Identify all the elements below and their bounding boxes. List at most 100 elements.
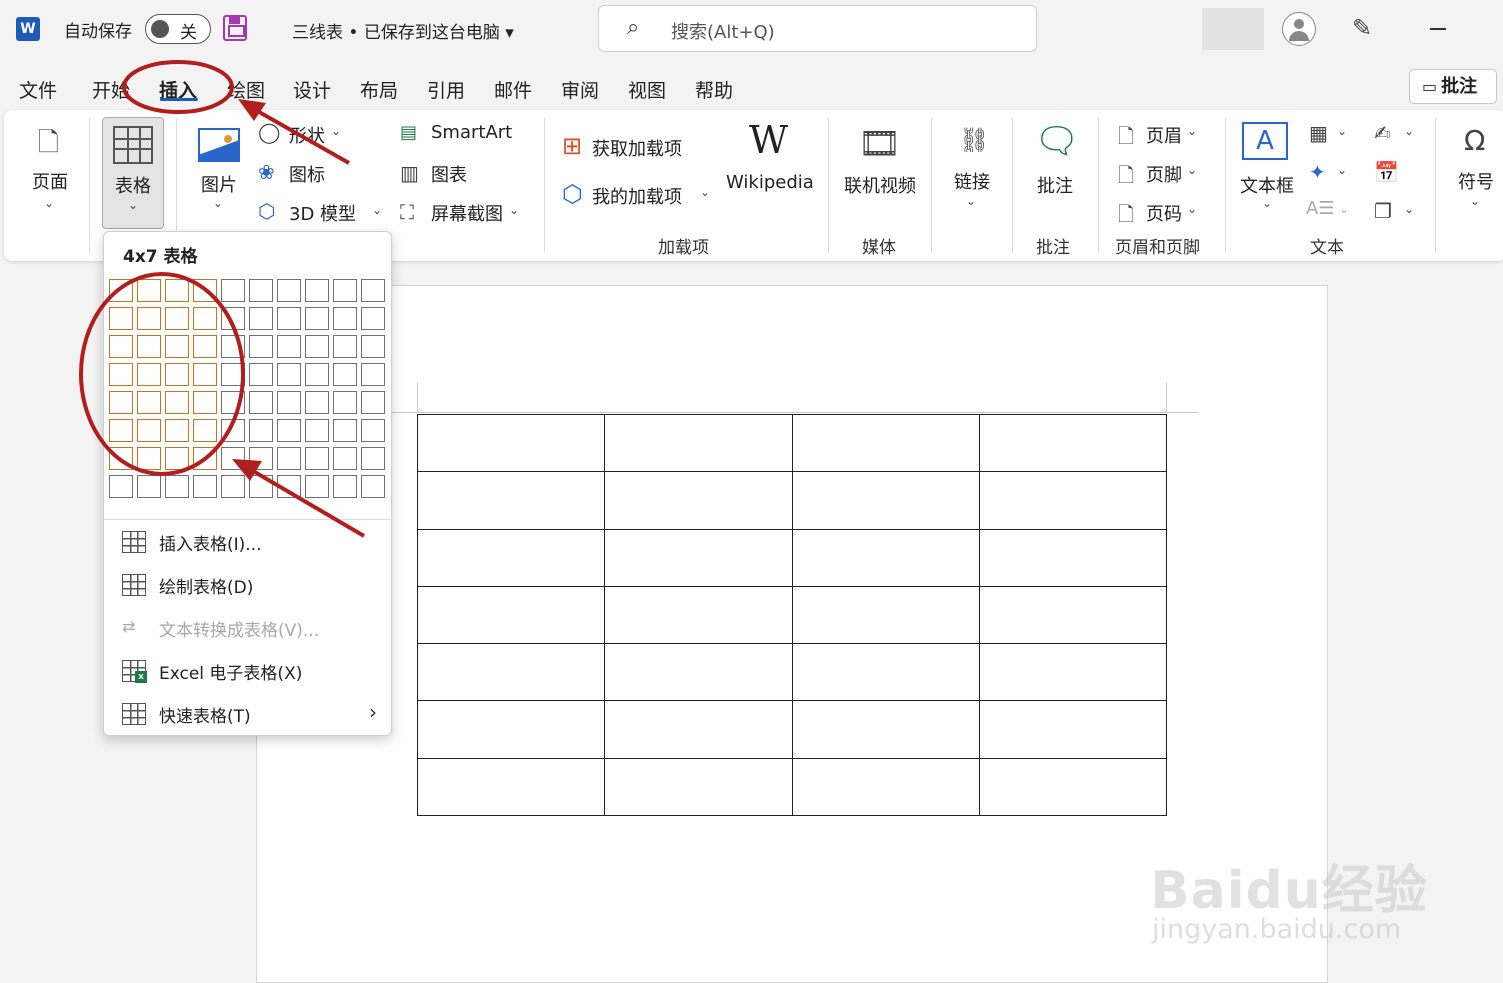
grid-cell[interactable]	[333, 391, 357, 414]
table-cell[interactable]	[416, 471, 606, 530]
symbol-button-label[interactable]: 符号	[1458, 168, 1494, 194]
grid-cell[interactable]	[305, 447, 329, 470]
grid-cell[interactable]	[361, 335, 385, 358]
grid-cell[interactable]	[221, 335, 245, 358]
grid-cell[interactable]	[193, 335, 217, 358]
grid-cell[interactable]	[137, 419, 161, 442]
grid-cell[interactable]	[277, 419, 301, 442]
table-cell[interactable]	[978, 643, 1168, 702]
grid-cell[interactable]	[193, 475, 217, 498]
grid-cell[interactable]	[277, 279, 301, 302]
grid-cell[interactable]	[137, 447, 161, 470]
table-cell[interactable]	[978, 413, 1168, 473]
grid-cell[interactable]	[333, 335, 357, 358]
grid-cell[interactable]	[277, 363, 301, 386]
table-cell[interactable]	[978, 585, 1168, 645]
table-cell[interactable]	[604, 413, 793, 473]
autosave-toggle[interactable]: 关	[145, 14, 211, 44]
table-cell[interactable]	[791, 757, 980, 817]
search-box[interactable]: ⌕ 搜索(Alt+Q)	[598, 5, 1037, 52]
picture-button-label[interactable]: 图片	[201, 171, 237, 197]
table-cell[interactable]	[604, 643, 793, 702]
table-cell[interactable]	[604, 585, 793, 645]
tab-view[interactable]: 视图	[628, 76, 666, 103]
table-cell[interactable]	[416, 585, 606, 645]
tab-file[interactable]: 文件	[19, 76, 57, 103]
grid-cell[interactable]	[109, 391, 133, 414]
grid-cell[interactable]	[193, 279, 217, 302]
date-time-icon[interactable]: 📅	[1374, 160, 1399, 184]
table-cell[interactable]	[791, 700, 980, 759]
tab-layout[interactable]: 布局	[360, 76, 398, 103]
chevron-down-icon[interactable]: ⌄	[372, 203, 382, 217]
table-cell[interactable]	[791, 643, 980, 702]
grid-cell[interactable]	[305, 279, 329, 302]
chevron-down-icon[interactable]: ⌄	[1404, 202, 1414, 216]
grid-cell[interactable]	[361, 419, 385, 442]
draw-table-item[interactable]: 绘制表格(D)	[104, 565, 391, 605]
grid-cell[interactable]	[109, 307, 133, 330]
chevron-down-icon[interactable]: ⌄	[1262, 196, 1272, 210]
grid-cell[interactable]	[249, 391, 273, 414]
table-cell[interactable]	[791, 528, 980, 587]
grid-cell[interactable]	[165, 335, 189, 358]
grid-cell[interactable]	[305, 391, 329, 414]
grid-cell[interactable]	[193, 419, 217, 442]
quick-parts-icon[interactable]: ▦	[1309, 121, 1328, 145]
tab-help[interactable]: 帮助	[695, 76, 733, 103]
grid-cell[interactable]	[361, 279, 385, 302]
grid-cell[interactable]	[165, 391, 189, 414]
tab-design[interactable]: 设计	[293, 76, 331, 103]
object-icon[interactable]: ❐	[1374, 199, 1392, 223]
grid-cell[interactable]	[193, 447, 217, 470]
grid-cell[interactable]	[361, 475, 385, 498]
table-button[interactable]: 表格 ⌄	[102, 117, 164, 229]
chevron-down-icon[interactable]: ⌄	[1337, 163, 1347, 177]
signature-line-icon[interactable]: ✍	[1374, 121, 1391, 145]
grid-cell[interactable]	[137, 335, 161, 358]
header-button-label[interactable]: 页眉	[1146, 122, 1182, 148]
grid-cell[interactable]	[249, 307, 273, 330]
grid-cell[interactable]	[249, 279, 273, 302]
grid-cell[interactable]	[249, 335, 273, 358]
comments-button[interactable]: ▭ 批注	[1409, 69, 1497, 104]
grid-cell[interactable]	[137, 391, 161, 414]
grid-cell[interactable]	[165, 307, 189, 330]
model3d-button-label[interactable]: 3D 模型	[289, 200, 356, 226]
grid-cell[interactable]	[109, 363, 133, 386]
grid-cell[interactable]	[221, 279, 245, 302]
table-cell[interactable]	[978, 528, 1168, 587]
grid-cell[interactable]	[333, 447, 357, 470]
link-button-label[interactable]: 链接	[954, 168, 990, 194]
grid-cell[interactable]	[193, 391, 217, 414]
tab-home[interactable]: 开始	[92, 76, 130, 103]
grid-cell[interactable]	[249, 363, 273, 386]
grid-cell[interactable]	[361, 307, 385, 330]
grid-cell[interactable]	[305, 475, 329, 498]
chevron-down-icon[interactable]: ⌄	[331, 124, 341, 138]
page-number-button-label[interactable]: 页码	[1146, 200, 1182, 226]
table-cell[interactable]	[978, 471, 1168, 530]
grid-cell[interactable]	[109, 475, 133, 498]
grid-cell[interactable]	[109, 279, 133, 302]
grid-cell[interactable]	[333, 419, 357, 442]
grid-cell[interactable]	[165, 447, 189, 470]
grid-cell[interactable]	[333, 279, 357, 302]
chevron-down-icon[interactable]: ⌄	[1470, 194, 1480, 208]
table-cell[interactable]	[791, 413, 980, 473]
user-avatar-icon[interactable]	[1282, 12, 1316, 46]
table-cell[interactable]	[416, 528, 606, 587]
tab-mailings[interactable]: 邮件	[494, 76, 532, 103]
table-cell[interactable]	[604, 528, 793, 587]
grid-cell[interactable]	[221, 363, 245, 386]
chevron-down-icon[interactable]: ⌄	[509, 203, 519, 217]
document-title[interactable]: 三线表 • 已保存到这台电脑 ▾	[292, 18, 514, 43]
shapes-button-label[interactable]: 形状	[289, 122, 325, 148]
tab-review[interactable]: 审阅	[561, 76, 599, 103]
grid-cell[interactable]	[305, 363, 329, 386]
table-cell[interactable]	[604, 471, 793, 530]
table-cell[interactable]	[978, 700, 1168, 759]
smartart-button-label[interactable]: SmartArt	[431, 122, 512, 143]
tab-references[interactable]: 引用	[427, 76, 465, 103]
grid-cell[interactable]	[277, 335, 301, 358]
